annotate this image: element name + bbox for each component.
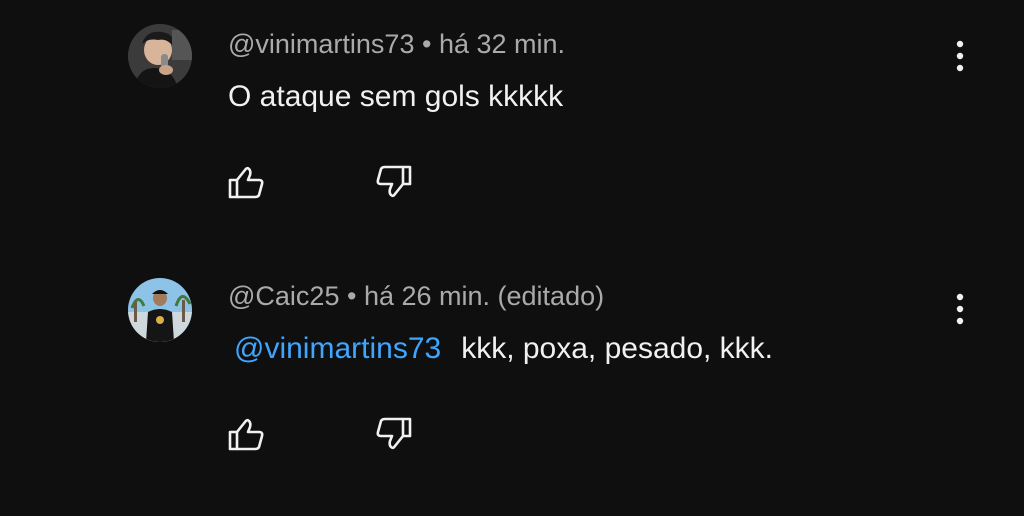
- comment-text: @vinimartins73 kkk, poxa, pesado, kkk.: [228, 331, 773, 367]
- thumbs-up-icon: [228, 166, 264, 199]
- mention-link[interactable]: @vinimartins73: [228, 331, 447, 367]
- comment-item: @vinimartins73 • há 32 min. O ataque sem…: [0, 0, 1024, 250]
- more-options-button[interactable]: [946, 36, 974, 76]
- avatar-photo-icon: [128, 278, 192, 342]
- meta-separator: •: [346, 281, 357, 311]
- more-vertical-icon: [956, 293, 964, 325]
- comment-author[interactable]: @vinimartins73: [228, 29, 414, 59]
- avatar-photo-icon: [128, 24, 192, 88]
- like-button[interactable]: [226, 414, 268, 454]
- comment-author[interactable]: @Caic25: [228, 281, 339, 311]
- comment-time[interactable]: há 26 min. (editado): [364, 281, 604, 311]
- comment-text-content: kkk, poxa, pesado, kkk.: [461, 332, 774, 365]
- comment-time[interactable]: há 32 min.: [439, 29, 565, 59]
- comment-item: @Caic25 • há 26 min. (editado) @vinimart…: [0, 250, 1024, 516]
- dislike-button[interactable]: [372, 414, 414, 454]
- meta-separator: •: [421, 29, 432, 59]
- more-vertical-icon: [956, 40, 964, 72]
- comment-meta: @vinimartins73 • há 32 min.: [228, 28, 565, 60]
- comment-meta: @Caic25 • há 26 min. (editado): [228, 280, 604, 312]
- dislike-button[interactable]: [372, 162, 414, 202]
- avatar[interactable]: [128, 278, 192, 342]
- comment-text: O ataque sem gols kkkkk: [228, 80, 564, 113]
- avatar[interactable]: [128, 24, 192, 88]
- thumbs-up-icon: [228, 418, 264, 451]
- like-button[interactable]: [226, 162, 268, 202]
- thumbs-down-icon: [376, 417, 412, 450]
- more-options-button[interactable]: [946, 289, 974, 329]
- thumbs-down-icon: [376, 165, 412, 198]
